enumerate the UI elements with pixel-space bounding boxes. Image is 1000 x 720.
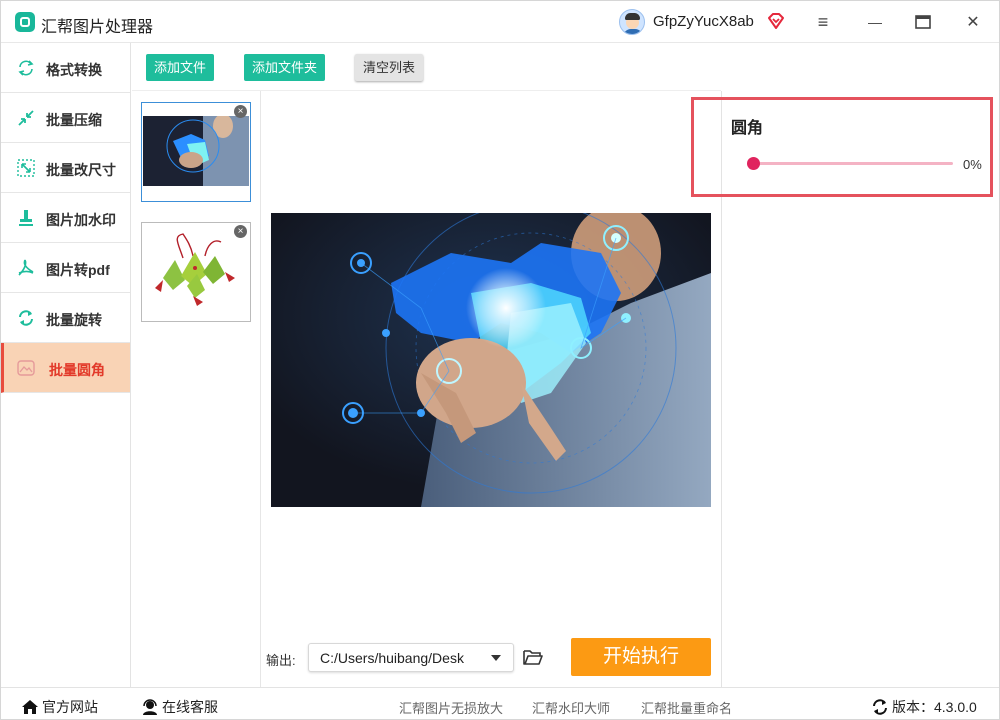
- sidebar-item-image-to-pdf[interactable]: 图片转pdf: [1, 243, 130, 293]
- add-folder-button[interactable]: 添加文件夹: [244, 54, 326, 81]
- version-info[interactable]: 版本： 4.3.0.0: [871, 697, 977, 717]
- sidebar-item-add-watermark[interactable]: 图片加水印: [1, 193, 130, 243]
- footer: 官方网站 在线客服 汇帮图片无损放大 汇帮水印大师 汇帮批量重命名 版本： 4.…: [1, 687, 999, 719]
- close-icon[interactable]: ✕: [960, 10, 986, 34]
- sidebar: 格式转换 批量压缩 批量改尺寸 图片加水印 图片转pdf 批量旋转 批量圆角: [1, 43, 131, 687]
- home-icon: [22, 700, 38, 714]
- thumbnail-image: [143, 228, 249, 318]
- sidebar-item-label: 批量旋转: [46, 312, 102, 328]
- sidebar-item-batch-rotate[interactable]: 批量旋转: [1, 293, 130, 343]
- pdf-icon: [18, 259, 34, 276]
- clear-list-button[interactable]: 清空列表: [355, 54, 424, 81]
- toolbar: 添加文件 添加文件夹 清空列表: [132, 43, 721, 91]
- rounded-corner-icon: [17, 360, 35, 376]
- thumbnail-image: [143, 116, 249, 186]
- output-path-value: C:/Users/huibang/Desk: [320, 650, 464, 666]
- avatar[interactable]: [619, 9, 645, 35]
- radius-value: 0%: [963, 157, 982, 172]
- footer-link-lossless[interactable]: 汇帮图片无损放大: [399, 698, 503, 717]
- title-bar: 汇帮图片处理器 GfpZyYucX8ab ≡ — ✕: [1, 1, 999, 43]
- headset-icon: [143, 699, 157, 715]
- thumbnail-list: × ×: [132, 91, 261, 687]
- website-link[interactable]: 官方网站: [21, 697, 98, 717]
- app-logo-icon: [15, 12, 35, 32]
- sidebar-item-format-convert[interactable]: 格式转换: [1, 43, 130, 93]
- menu-icon[interactable]: ≡: [810, 10, 836, 34]
- radius-title: 圆角: [731, 120, 764, 137]
- vip-diamond-icon[interactable]: [767, 12, 785, 30]
- sidebar-item-label: 图片加水印: [46, 212, 116, 228]
- refresh-icon: [873, 699, 887, 715]
- remove-thumbnail-icon[interactable]: ×: [234, 225, 247, 238]
- username[interactable]: GfpZyYucX8ab: [653, 13, 754, 30]
- sidebar-item-label: 图片转pdf: [46, 262, 110, 278]
- add-file-button[interactable]: 添加文件: [146, 54, 215, 81]
- app-title: 汇帮图片处理器: [41, 19, 154, 36]
- remove-thumbnail-icon[interactable]: ×: [234, 105, 247, 118]
- output-label: 输出:: [266, 653, 296, 668]
- sidebar-item-label: 批量圆角: [49, 362, 105, 378]
- footer-link-rename[interactable]: 汇帮批量重命名: [641, 698, 732, 717]
- support-link[interactable]: 在线客服: [141, 697, 218, 717]
- chevron-down-icon: [491, 655, 501, 661]
- sidebar-item-label: 格式转换: [46, 62, 102, 78]
- output-path-select[interactable]: C:/Users/huibang/Desk: [308, 643, 514, 672]
- start-button[interactable]: 开始执行: [571, 638, 711, 676]
- version-label: 版本：: [892, 699, 934, 715]
- watermark-icon: [19, 210, 33, 226]
- sidebar-item-label: 批量改尺寸: [46, 162, 116, 178]
- format-convert-icon: [18, 60, 34, 76]
- radius-slider-track[interactable]: [753, 162, 953, 165]
- compress-icon: [18, 110, 34, 126]
- maximize-icon[interactable]: [910, 10, 936, 34]
- sidebar-item-batch-resize[interactable]: 批量改尺寸: [1, 143, 130, 193]
- sidebar-item-label: 批量压缩: [46, 112, 102, 128]
- resize-icon: [17, 159, 35, 177]
- thumbnail-item[interactable]: ×: [141, 102, 251, 202]
- folder-open-icon[interactable]: [523, 648, 543, 666]
- settings-highlight-box: [691, 97, 993, 197]
- website-label: 官方网站: [42, 699, 98, 715]
- minimize-icon[interactable]: —: [862, 10, 888, 34]
- rotate-icon: [19, 310, 33, 326]
- sidebar-item-batch-round-corner[interactable]: 批量圆角: [1, 343, 130, 393]
- version-number: 4.3.0.0: [934, 699, 977, 715]
- footer-link-watermark[interactable]: 汇帮水印大师: [532, 698, 610, 717]
- radius-slider-handle[interactable]: [747, 157, 760, 170]
- support-label: 在线客服: [162, 699, 218, 715]
- thumbnail-item[interactable]: ×: [141, 222, 251, 322]
- app-window: 汇帮图片处理器 GfpZyYucX8ab ≡ — ✕ 格式转换 批量压缩 批量改…: [0, 0, 1000, 720]
- image-preview: [271, 213, 711, 507]
- sidebar-item-batch-compress[interactable]: 批量压缩: [1, 93, 130, 143]
